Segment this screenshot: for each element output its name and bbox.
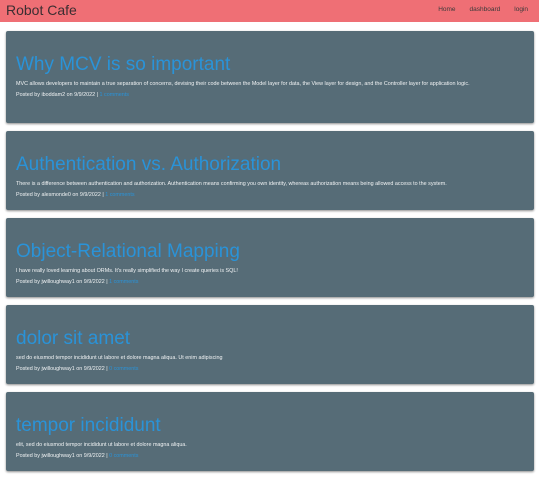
comments-link[interactable]: 1 comments — [105, 192, 134, 198]
post-body: elit, sed do eiusmod tempor incididunt u… — [16, 442, 187, 448]
nav-dashboard-link[interactable]: dashboard — [470, 5, 501, 14]
post-card[interactable]: dolor sit amet sed do eiusmod tempor inc… — [6, 305, 534, 384]
post-meta: Posted by jwilloughway1 on 9/9/2022 | 0 … — [16, 451, 524, 461]
site-brand[interactable]: Robot Cafe — [6, 1, 77, 19]
nav-login-link[interactable]: login — [514, 5, 528, 14]
post-list: Why MCV is so important MVC allows devel… — [6, 31, 534, 479]
post-title[interactable]: Authentication vs. Authorization — [16, 155, 524, 175]
post-author-date: Posted by jwilloughway1 on 9/9/2022 | — [16, 366, 108, 372]
nav-home-link[interactable]: Home — [438, 5, 455, 14]
comments-link[interactable]: 1 comments — [100, 92, 129, 98]
post-title[interactable]: Object-Relational Mapping — [16, 242, 524, 262]
post-body: I have really loved learning about ORMs.… — [16, 268, 238, 274]
post-meta: Posted by iboddam2 on 9/9/2022 | 1 comme… — [16, 90, 524, 100]
post-meta: Posted by jwilloughway1 on 9/9/2022 | 1 … — [16, 277, 524, 287]
post-card[interactable]: Authentication vs. Authorization There i… — [6, 131, 534, 210]
post-body: There is a difference between authentica… — [16, 181, 447, 187]
post-meta: Posted by alesmonde0 on 9/9/2022 | 1 com… — [16, 190, 524, 200]
post-author-date: Posted by jwilloughway1 on 9/9/2022 | — [16, 279, 108, 285]
comments-link[interactable]: 0 comments — [109, 453, 138, 459]
post-title[interactable]: Why MCV is so important — [16, 55, 524, 75]
post-card[interactable]: Why MCV is so important MVC allows devel… — [6, 31, 534, 123]
post-author-date: Posted by jwilloughway1 on 9/9/2022 | — [16, 453, 108, 459]
post-author-date: Posted by iboddam2 on 9/9/2022 | — [16, 92, 99, 98]
post-card[interactable]: tempor incididunt elit, sed do eiusmod t… — [6, 392, 534, 471]
comments-link[interactable]: 1 comments — [109, 279, 138, 285]
post-body: sed do eiusmod tempor incididunt ut labo… — [16, 355, 223, 361]
post-card[interactable]: Object-Relational Mapping I have really … — [6, 218, 534, 297]
top-navbar: Robot Cafe Home dashboard login — [0, 0, 539, 22]
post-meta: Posted by jwilloughway1 on 9/9/2022 | 0 … — [16, 364, 524, 374]
nav-links: Home dashboard login — [424, 5, 528, 14]
post-body: MVC allows developers to maintain a true… — [16, 81, 470, 87]
post-author-date: Posted by alesmonde0 on 9/9/2022 | — [16, 192, 104, 198]
post-title[interactable]: tempor incididunt — [16, 416, 524, 436]
comments-link[interactable]: 0 comments — [109, 366, 138, 372]
post-title[interactable]: dolor sit amet — [16, 329, 524, 349]
